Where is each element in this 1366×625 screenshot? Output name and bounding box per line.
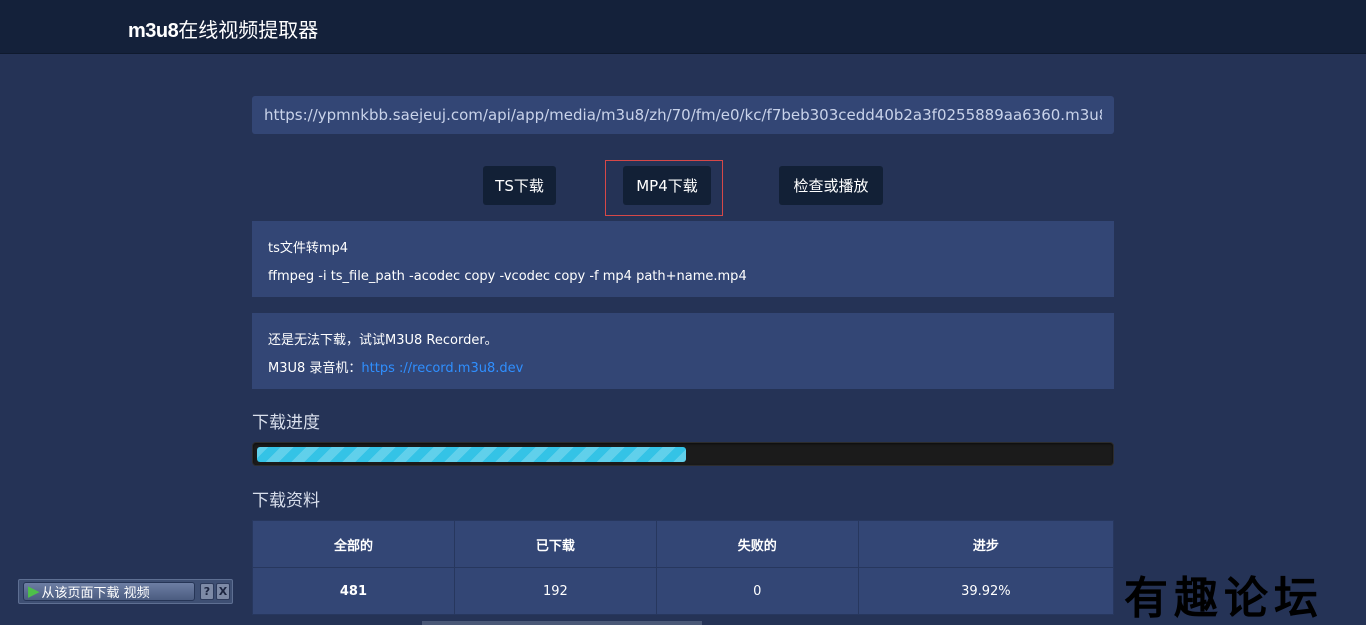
- play-icon: ▶: [28, 582, 40, 600]
- convert-title: ts文件转mp4: [268, 241, 349, 256]
- header-total: 全部的: [252, 520, 455, 568]
- ts-to-mp4-panel: ts文件转mp4 ffmpeg -i ts_file_path -acodec …: [252, 221, 1114, 297]
- value-total: 481: [252, 567, 455, 615]
- recorder-panel: 还是无法下载，试试M3U8 Recorder。 M3U8 录音机：https :…: [252, 313, 1114, 389]
- table-row: 481 192 0 39.92%: [252, 567, 1115, 615]
- brand-latin: m3u8: [128, 20, 179, 42]
- progress-fill: [257, 447, 686, 462]
- top-navbar: m3u8在线视频提取器: [0, 0, 1366, 54]
- progress-title: 下载进度: [252, 413, 320, 433]
- help-icon[interactable]: ?: [200, 583, 214, 600]
- value-failed: 0: [655, 567, 859, 615]
- site-brand[interactable]: m3u8在线视频提取器: [128, 14, 318, 43]
- header-progress: 进步: [857, 520, 1115, 568]
- video-download-extension-bar: ▶ 从该页面下载 视频 ? X: [18, 579, 233, 604]
- extension-label: 从该页面下载 视频: [41, 586, 150, 601]
- ts-download-button[interactable]: TS下载: [483, 166, 556, 205]
- mp4-download-button[interactable]: MP4下载: [623, 166, 711, 205]
- extension-download-button[interactable]: ▶ 从该页面下载 视频: [23, 582, 195, 601]
- download-stats-table: 全部的 已下载 失败的 进步 481 192 0 39.92%: [252, 520, 1115, 615]
- m3u8-url-input[interactable]: [252, 96, 1114, 134]
- download-progress-bar: [252, 442, 1114, 466]
- value-progress: 39.92%: [857, 567, 1115, 615]
- recorder-label: M3U8 录音机：: [268, 361, 362, 376]
- close-icon[interactable]: X: [216, 583, 230, 600]
- brand-cn: 在线视频提取器: [178, 18, 319, 42]
- ffmpeg-command: ffmpeg -i ts_file_path -acodec copy -vco…: [268, 269, 747, 284]
- recorder-link[interactable]: https ://record.m3u8.dev: [361, 361, 523, 376]
- header-downloaded: 已下载: [453, 520, 657, 568]
- recorder-line: M3U8 录音机：https ://record.m3u8.dev: [268, 355, 1098, 383]
- table-header-row: 全部的 已下载 失败的 进步: [252, 520, 1115, 568]
- info-title: 下载资料: [252, 491, 320, 511]
- header-failed: 失败的: [655, 520, 859, 568]
- recorder-hint: 还是无法下载，试试M3U8 Recorder。: [268, 333, 498, 348]
- forum-watermark: 有趣论坛: [1124, 573, 1324, 624]
- horizontal-scrollbar[interactable]: [422, 621, 702, 625]
- value-downloaded: 192: [453, 567, 657, 615]
- check-or-play-button[interactable]: 检查或播放: [779, 166, 883, 205]
